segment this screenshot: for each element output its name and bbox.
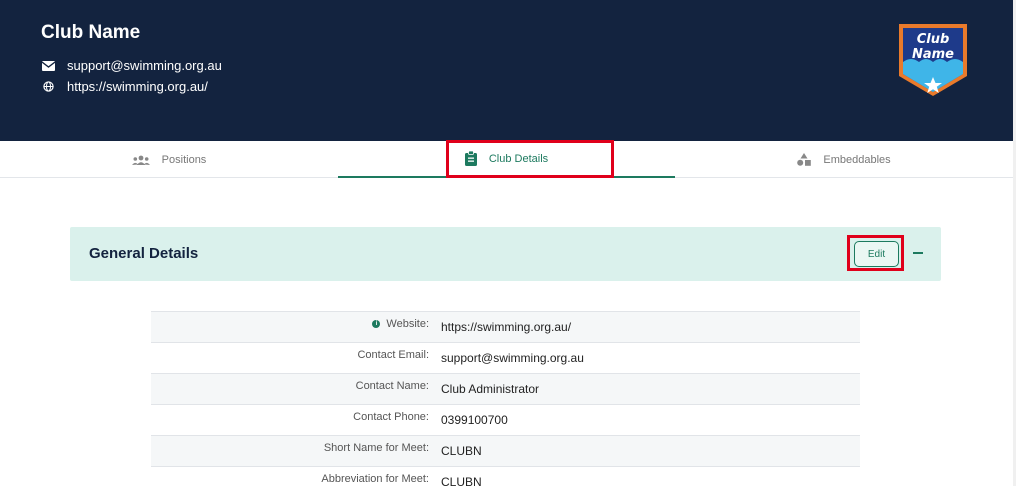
section-title: General Details: [89, 245, 199, 262]
detail-row-contact-email: Contact Email: support@swimming.org.au: [151, 342, 860, 373]
tab-embeddables-label: Embeddables: [823, 153, 891, 166]
detail-row-abbreviation: Abbreviation for Meet: CLUBN: [151, 466, 860, 497]
tab-positions-label: Positions: [161, 153, 207, 166]
contact-email-row: support@swimming.org.au: [41, 58, 222, 73]
detail-value: 0399100700: [441, 413, 508, 427]
detail-label: Contact Phone:: [353, 411, 429, 423]
svg-text:Name: Name: [912, 47, 954, 62]
svg-text:Club: Club: [917, 32, 950, 47]
detail-row-website: i Website: https://swimming.org.au/: [151, 311, 860, 342]
detail-label: Contact Name:: [355, 380, 429, 392]
tab-club-details-label: Club Details: [488, 152, 549, 165]
globe-icon: [41, 81, 55, 93]
detail-row-contact-name: Contact Name: Club Administrator: [151, 373, 860, 404]
detail-value: CLUBN: [441, 475, 482, 489]
detail-value: https://swimming.org.au/: [441, 320, 572, 334]
club-logo: Club Name: [895, 22, 971, 98]
shapes-icon: [797, 153, 812, 166]
contact-website-row: https://swimming.org.au/: [41, 79, 208, 94]
detail-label: Contact Email:: [357, 349, 429, 361]
people-group-icon: [131, 155, 150, 165]
detail-label: Short Name for Meet:: [323, 442, 429, 454]
club-header: Club Name support@swimming.org.au https:…: [0, 0, 1013, 141]
detail-value: Club Administrator: [441, 382, 540, 396]
edit-button[interactable]: Edit: [854, 241, 899, 267]
clipboard-icon: [464, 151, 477, 166]
detail-value: CLUBN: [441, 444, 482, 458]
collapse-minus-icon[interactable]: [913, 252, 923, 254]
info-icon[interactable]: i: [372, 320, 381, 328]
detail-row-short-name: Short Name for Meet: CLUBN: [151, 435, 860, 466]
header-website-link[interactable]: https://swimming.org.au/: [67, 79, 208, 94]
tab-bar: Positions Club Details Embeddables: [0, 141, 1013, 178]
details-table: i Website: https://swimming.org.au/ Cont…: [151, 311, 860, 497]
tab-club-details[interactable]: Club Details: [338, 141, 675, 178]
detail-label: Website:: [386, 318, 429, 330]
tab-positions[interactable]: Positions: [0, 141, 338, 178]
tab-embeddables[interactable]: Embeddables: [675, 141, 1013, 178]
detail-row-contact-phone: Contact Phone: 0399100700: [151, 404, 860, 435]
detail-value: support@swimming.org.au: [441, 351, 584, 365]
detail-label: Abbreviation for Meet:: [321, 473, 429, 485]
club-name-title: Club Name: [41, 22, 141, 43]
header-email-link[interactable]: support@swimming.org.au: [67, 58, 222, 73]
general-details-header: General Details Edit: [70, 227, 941, 281]
envelope-icon: [41, 60, 55, 72]
